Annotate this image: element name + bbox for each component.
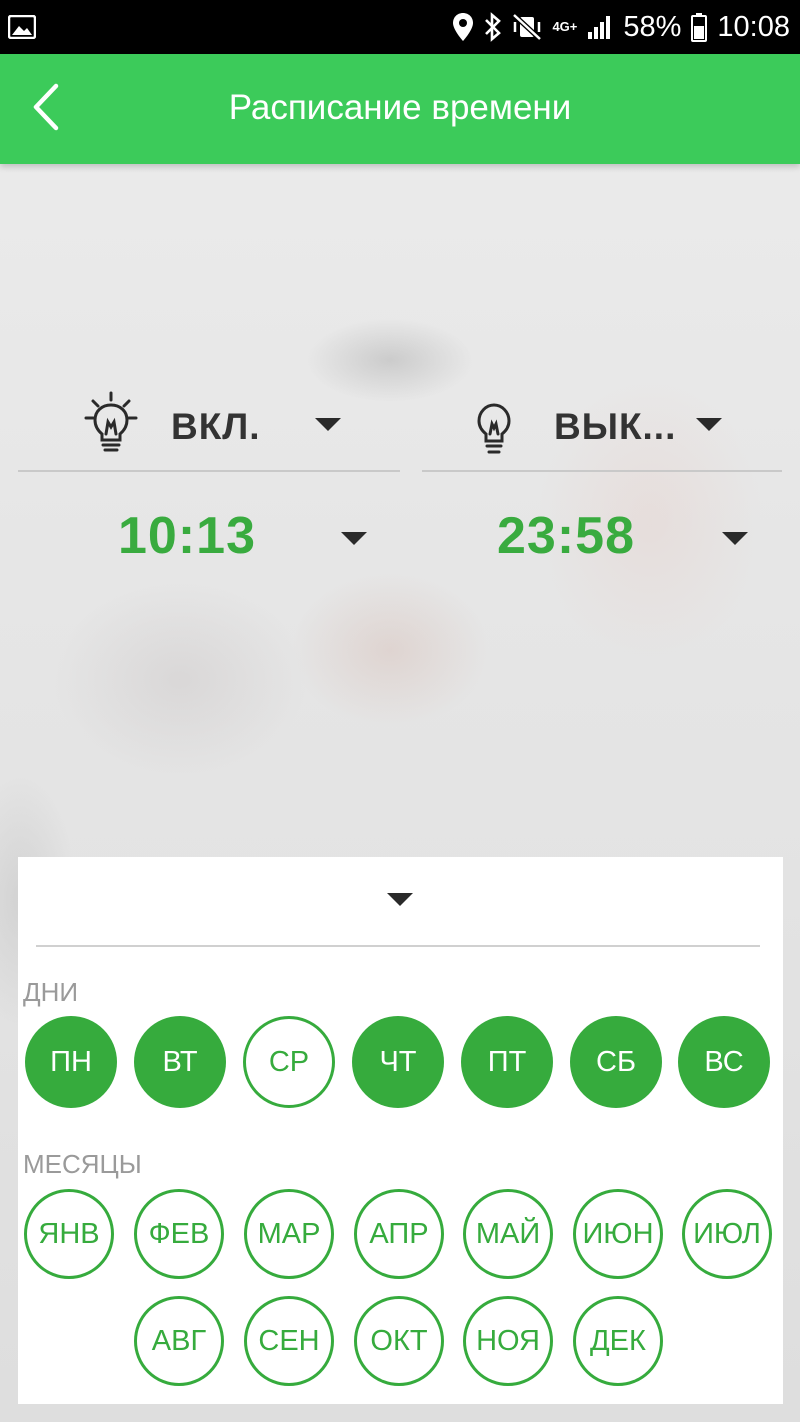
- app-bar: Расписание времени: [0, 54, 800, 164]
- gallery-icon: [8, 15, 36, 39]
- month-toggle-mar[interactable]: МАР: [244, 1189, 334, 1279]
- off-time-picker[interactable]: 23:58: [422, 490, 782, 586]
- off-time-value: 23:58: [497, 507, 635, 565]
- lightbulb-off-icon: [476, 402, 512, 461]
- day-toggle-sun[interactable]: ВС: [678, 1016, 770, 1108]
- caret-down-icon: [387, 893, 413, 906]
- caret-down-icon: [696, 418, 722, 431]
- month-toggle-sep[interactable]: СЕН: [244, 1296, 334, 1386]
- on-time-picker[interactable]: 10:13: [18, 490, 400, 586]
- battery-icon: [691, 12, 708, 42]
- status-bar: 4G+ 58% 10:08: [0, 0, 800, 54]
- location-icon: [452, 12, 474, 42]
- caret-down-icon: [722, 532, 748, 545]
- day-toggle-sat[interactable]: СБ: [570, 1016, 662, 1108]
- on-mode-dropdown[interactable]: ВКЛ.: [18, 388, 400, 472]
- signal-icon: [587, 14, 613, 40]
- month-toggle-feb[interactable]: ФЕВ: [134, 1189, 224, 1279]
- repeat-mode-dropdown[interactable]: [36, 857, 760, 945]
- month-toggle-jul[interactable]: ИЮЛ: [682, 1189, 772, 1279]
- month-toggle-apr[interactable]: АПР: [354, 1189, 444, 1279]
- day-toggle-fri[interactable]: ПТ: [461, 1016, 553, 1108]
- page-title: Расписание времени: [228, 88, 572, 127]
- off-mode-dropdown[interactable]: ВЫК...: [422, 388, 782, 472]
- month-toggle-aug[interactable]: АВГ: [134, 1296, 224, 1386]
- mute-vibrate-icon: [512, 13, 543, 41]
- lightbulb-on-icon: [84, 390, 138, 461]
- day-toggle-wed[interactable]: СР: [243, 1016, 335, 1108]
- month-toggle-nov[interactable]: НОЯ: [463, 1296, 553, 1386]
- day-toggle-mon[interactable]: ПН: [25, 1016, 117, 1108]
- month-toggle-dec[interactable]: ДЕК: [573, 1296, 663, 1386]
- days-label: ДНИ: [23, 977, 79, 1007]
- month-toggle-may[interactable]: МАЙ: [463, 1189, 553, 1279]
- caret-down-icon: [341, 532, 367, 545]
- month-toggle-jun[interactable]: ИЮН: [573, 1189, 663, 1279]
- month-toggle-oct[interactable]: ОКТ: [354, 1296, 444, 1386]
- off-mode-label: ВЫК...: [554, 406, 677, 447]
- network-type-indicator: 4G+: [552, 19, 578, 34]
- battery-percentage: 58%: [623, 10, 682, 43]
- month-toggle-jan[interactable]: ЯНВ: [24, 1189, 114, 1279]
- bluetooth-icon: [484, 12, 502, 42]
- repeat-card: ДНИ ПН ВТ СР ЧТ ПТ СБ ВС МЕСЯЦЫ ЯНВ ФЕВ …: [18, 857, 783, 1404]
- caret-down-icon: [315, 418, 341, 431]
- months-label: МЕСЯЦЫ: [23, 1149, 142, 1179]
- on-time-value: 10:13: [118, 507, 256, 565]
- day-toggle-tue[interactable]: ВТ: [134, 1016, 226, 1108]
- on-mode-label: ВКЛ.: [171, 406, 261, 447]
- divider: [36, 945, 760, 947]
- day-toggle-thu[interactable]: ЧТ: [352, 1016, 444, 1108]
- clock: 10:08: [717, 10, 790, 43]
